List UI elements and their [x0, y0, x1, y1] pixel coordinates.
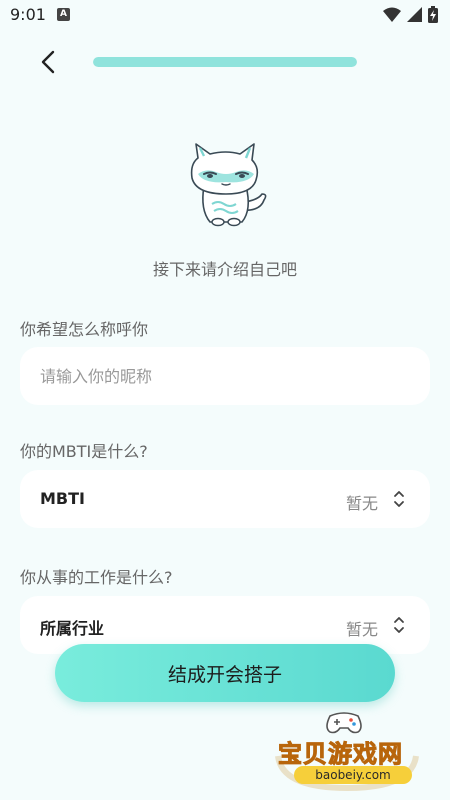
watermark-name: 宝贝游戏网 — [278, 740, 403, 769]
status-time: 9:01 — [10, 5, 46, 24]
nickname-field[interactable] — [20, 347, 430, 405]
back-button[interactable] — [30, 44, 66, 80]
status-icons — [383, 6, 438, 23]
battery-charging-icon — [428, 6, 438, 23]
progress-bar — [93, 57, 357, 67]
chevron-left-icon — [41, 50, 55, 74]
submit-button[interactable]: 结成开会搭子 — [55, 644, 395, 702]
nickname-question-label: 你希望怎么称呼你 — [20, 320, 149, 339]
intro-text: 接下来请介绍自己吧 — [152, 260, 297, 279]
mbti-select[interactable]: MBTI 暂无 — [20, 470, 430, 528]
industry-select-value: 暂无 — [345, 620, 378, 639]
industry-select-title: 所属行业 — [40, 619, 105, 638]
chevron-up-down-icon — [394, 617, 404, 633]
mbti-select-value: 暂无 — [345, 494, 378, 513]
notification-app-icon: A — [57, 8, 70, 21]
cellular-signal-icon — [407, 7, 422, 22]
gamepad-icon — [326, 712, 362, 734]
watermark-logo: 宝贝游戏网 baobeiy.com — [272, 708, 422, 792]
progress-bar-fill — [93, 57, 357, 67]
chevron-up-down-icon — [394, 491, 404, 507]
mbti-select-title: MBTI — [40, 489, 85, 508]
nickname-input[interactable] — [20, 347, 430, 405]
wifi-icon — [383, 7, 401, 22]
status-bar: 9:01 A — [0, 0, 450, 30]
cat-mascot-illustration — [190, 143, 267, 227]
mbti-question-label: 你的MBTI是什么? — [20, 442, 148, 461]
watermark-url: baobeiy.com — [294, 766, 412, 784]
industry-question-label: 你从事的工作是什么? — [20, 568, 173, 587]
